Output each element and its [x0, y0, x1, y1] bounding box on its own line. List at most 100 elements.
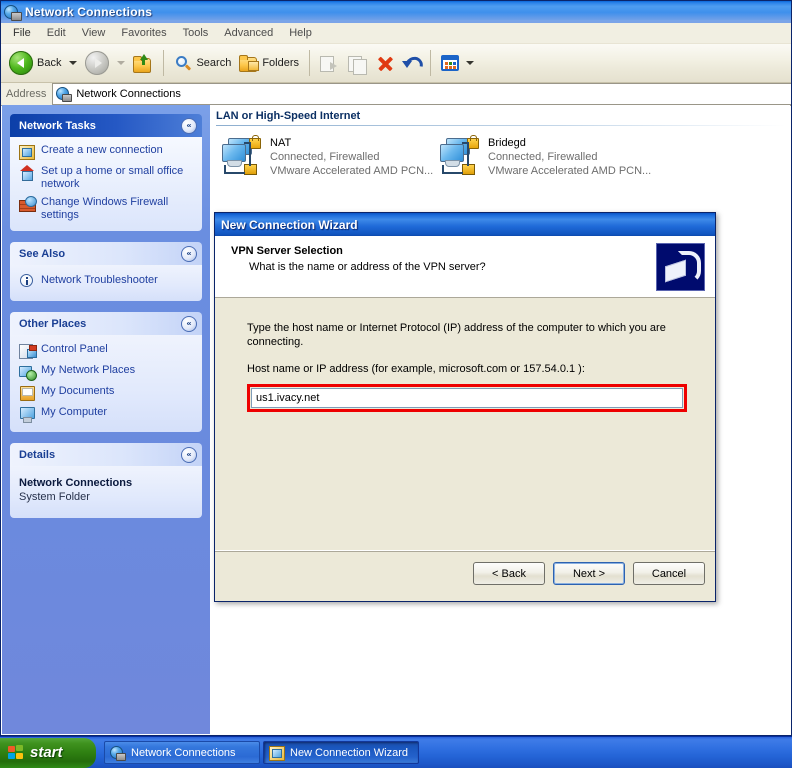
sidebar-item-my-network-places[interactable]: My Network Places [19, 364, 194, 381]
folders-icon [239, 54, 260, 72]
start-button[interactable]: start [0, 737, 96, 768]
panel-body-network-tasks: Create a new connection Set up a home or… [10, 137, 202, 231]
toolbar: Back Search Folders [1, 44, 791, 83]
views-button[interactable] [437, 47, 478, 79]
panel-header-see-also[interactable]: See Also « [10, 242, 202, 265]
network-globe-icon [110, 745, 126, 761]
taskbar-item-new-connection-wizard[interactable]: New Connection Wizard [263, 741, 419, 764]
back-dropdown-button[interactable] [65, 47, 81, 79]
panel-body-details: Network Connections System Folder [10, 466, 202, 518]
search-button[interactable]: Search [170, 47, 235, 79]
back-arrow-icon [9, 51, 33, 75]
copy-to-icon [348, 55, 368, 75]
new-connection-icon [19, 144, 35, 160]
menu-edit[interactable]: Edit [39, 25, 74, 41]
delete-button[interactable] [372, 47, 398, 79]
collapse-chevron-icon[interactable]: « [181, 117, 197, 134]
lan-connection-icon [218, 134, 262, 178]
move-to-button [316, 47, 344, 79]
sidebar-item-label: My Computer [41, 406, 108, 418]
dialog-header: VPN Server Selection What is the name or… [215, 236, 715, 298]
sidebar-item-label: Create a new connection [41, 144, 163, 156]
host-name-input[interactable]: us1.ivacy.net [251, 388, 683, 408]
sidebar-item-my-computer[interactable]: My Computer [19, 406, 194, 423]
panel-header-details[interactable]: Details « [10, 443, 202, 466]
window-titlebar: Network Connections [1, 1, 791, 23]
panel-header-network-tasks[interactable]: Network Tasks « [10, 114, 202, 137]
dialog-header-text: VPN Server Selection What is the name or… [231, 245, 486, 273]
my-computer-icon [19, 406, 35, 423]
window-title: Network Connections [25, 5, 153, 19]
chevron-down-icon[interactable] [466, 61, 475, 65]
sidebar-item-change-firewall-settings[interactable]: Change Windows Firewall settings [19, 196, 194, 222]
address-input[interactable]: Network Connections [52, 83, 791, 105]
forward-dropdown-button [113, 47, 129, 79]
menu-view[interactable]: View [74, 25, 114, 41]
collapse-chevron-icon[interactable]: « [181, 315, 197, 332]
menu-favorites[interactable]: Favorites [113, 25, 174, 41]
connections-list: NAT Connected, Firewalled VMware Acceler… [210, 134, 790, 178]
up-button[interactable] [129, 47, 157, 79]
panel-title: Network Tasks [19, 119, 96, 132]
connection-item-bridegd[interactable]: Bridegd Connected, Firewalled VMware Acc… [436, 134, 654, 178]
move-to-icon [320, 55, 340, 72]
back-button[interactable]: < Back [473, 562, 545, 585]
network-globe-icon [4, 4, 22, 21]
chevron-down-icon [69, 61, 78, 65]
vpn-lock-icon [656, 243, 705, 291]
menu-advanced[interactable]: Advanced [216, 25, 281, 41]
new-connection-wizard-dialog: New Connection Wizard VPN Server Selecti… [214, 212, 716, 602]
sidebar-item-label: My Documents [41, 385, 115, 397]
panel-title: Details [19, 448, 56, 461]
menu-help[interactable]: Help [281, 25, 320, 41]
panel-title: See Also [19, 247, 66, 260]
connection-name: Bridegd [488, 137, 526, 149]
dialog-footer: < Back Next > Cancel [215, 550, 715, 601]
back-button[interactable]: Back [5, 47, 65, 79]
firewall-icon [19, 196, 37, 212]
panel-body-other-places: Control Panel My Network Places My Docum… [10, 335, 202, 432]
details-subtitle: System Folder [19, 491, 90, 503]
details-title: Network Connections [19, 477, 133, 489]
folders-label: Folders [262, 57, 300, 69]
connection-item-nat[interactable]: NAT Connected, Firewalled VMware Acceler… [218, 134, 436, 178]
host-field-label: Host name or IP address (for example, mi… [247, 363, 585, 375]
chevron-glyph: « [186, 121, 192, 130]
undo-button[interactable] [398, 47, 427, 79]
panel-title: Other Places [19, 317, 87, 330]
menubar: File Edit View Favorites Tools Advanced … [1, 23, 791, 44]
host-field-highlight: us1.ivacy.net [247, 384, 687, 412]
connection-status: Connected, Firewalled [488, 151, 598, 163]
connection-device: VMware Accelerated AMD PCN... [270, 165, 434, 177]
dialog-button-row: < Back Next > Cancel [473, 562, 705, 585]
panel-see-also: See Also « Network Troubleshooter [10, 242, 202, 301]
search-label: Search [196, 57, 232, 69]
folders-button[interactable]: Folders [235, 47, 303, 79]
menu-tools[interactable]: Tools [175, 25, 217, 41]
host-name-value: us1.ivacy.net [256, 392, 320, 404]
sidebar-item-label: Network Troubleshooter [41, 274, 158, 286]
dialog-subheading: What is the name or address of the VPN s… [249, 261, 486, 273]
sidebar-item-label: Set up a home or small office network [41, 165, 184, 190]
menu-file[interactable]: File [5, 25, 39, 41]
views-icon [441, 55, 460, 71]
lan-connection-icon [436, 134, 480, 178]
delete-icon [376, 54, 394, 72]
panel-header-other-places[interactable]: Other Places « [10, 312, 202, 335]
dialog-title: New Connection Wizard [221, 217, 358, 232]
copy-to-button [344, 47, 372, 79]
taskbar-item-network-connections[interactable]: Network Connections [104, 741, 260, 764]
collapse-chevron-icon[interactable]: « [181, 446, 197, 463]
next-button[interactable]: Next > [553, 562, 625, 585]
sidebar-item-my-documents[interactable]: My Documents [19, 385, 194, 401]
group-header-lan: LAN or High-Speed Internet [216, 110, 361, 122]
sidebar-item-setup-home-network[interactable]: Set up a home or small office network [19, 165, 194, 191]
collapse-chevron-icon[interactable]: « [181, 245, 197, 262]
sidebar-item-control-panel[interactable]: Control Panel [19, 343, 194, 359]
dialog-titlebar: New Connection Wizard [215, 213, 715, 236]
cancel-button[interactable]: Cancel [633, 562, 705, 585]
sidebar-item-network-troubleshooter[interactable]: Network Troubleshooter [19, 274, 194, 290]
dialog-heading: VPN Server Selection [231, 245, 343, 257]
sidebar-item-create-new-connection[interactable]: Create a new connection [19, 144, 194, 160]
address-value: Network Connections [76, 88, 181, 100]
